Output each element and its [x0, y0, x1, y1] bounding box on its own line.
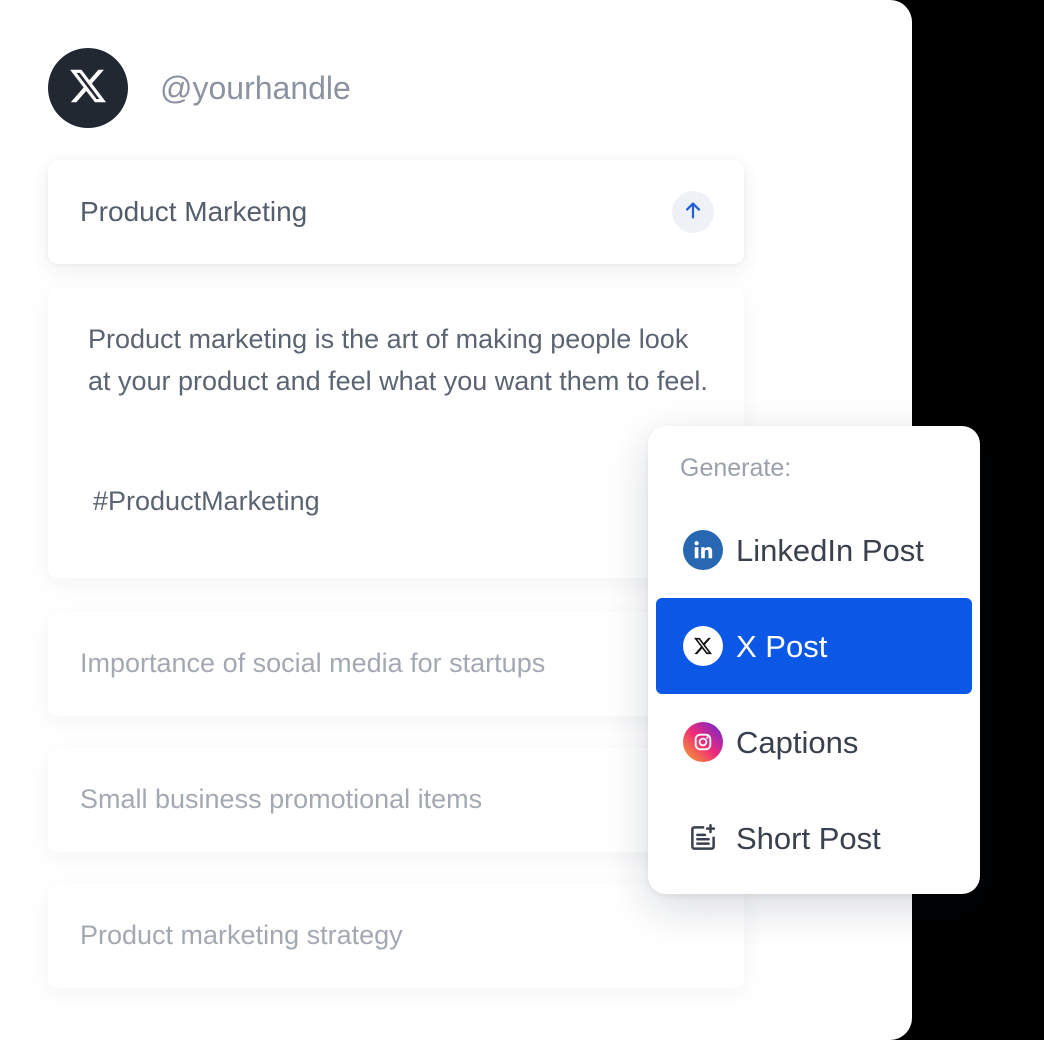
suggestion-item[interactable]: Product marketing strategy	[48, 884, 744, 988]
generate-option-x-post[interactable]: X Post	[656, 598, 972, 694]
generate-option-label: LinkedIn Post	[736, 533, 924, 568]
generate-option-linkedin[interactable]: LinkedIn Post	[656, 502, 972, 598]
generate-option-short-post[interactable]: Short Post	[656, 790, 972, 886]
suggestion-label: Importance of social media for startups	[80, 648, 546, 678]
suggestion-label: Product marketing strategy	[80, 920, 403, 950]
prompt-input[interactable]: Product Marketing	[48, 160, 744, 264]
send-button[interactable]	[672, 191, 714, 233]
generate-option-label: Captions	[736, 725, 859, 760]
generated-output: Product marketing is the art of making p…	[48, 288, 744, 578]
generate-menu-title: Generate:	[680, 454, 792, 482]
suggestion-label: Small business promotional items	[80, 784, 483, 814]
prompt-text: Product Marketing	[80, 196, 308, 227]
generate-option-label: Short Post	[736, 821, 881, 856]
linkedin-icon	[683, 530, 723, 570]
note-add-icon	[683, 818, 723, 858]
x-logo-icon	[68, 66, 108, 111]
profile-handle: @yourhandle	[160, 70, 351, 106]
suggestion-item[interactable]: Small business promotional items	[48, 748, 744, 852]
output-hashtag: #ProductMarketing	[93, 486, 320, 516]
x-logo-icon	[683, 626, 723, 666]
generate-option-captions[interactable]: Captions	[656, 694, 972, 790]
generate-option-label: X Post	[736, 629, 828, 664]
arrow-up-icon	[682, 199, 704, 226]
avatar	[48, 48, 128, 128]
suggestion-item[interactable]: Importance of social media for startups	[48, 612, 744, 716]
output-body: Product marketing is the art of making p…	[88, 324, 708, 396]
generate-menu: Generate: LinkedIn Post X Post Captions …	[648, 426, 980, 894]
instagram-icon	[683, 722, 723, 762]
